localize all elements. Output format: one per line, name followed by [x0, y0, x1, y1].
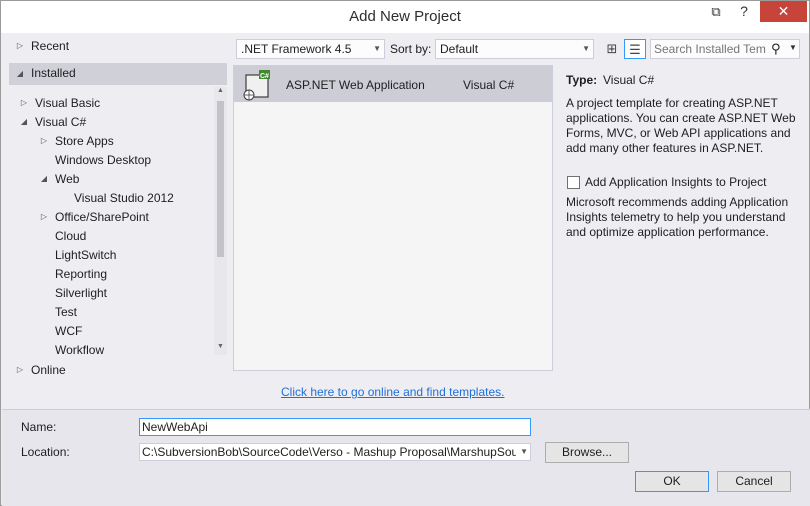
csharp-badge-text: C#: [260, 73, 269, 80]
project-name-input[interactable]: [139, 418, 531, 436]
type-label: Type:: [566, 73, 598, 87]
application-insights-label[interactable]: Add Application Insights to Project: [585, 175, 766, 189]
expand-arrow-icon[interactable]: ▷: [39, 136, 49, 145]
tree-item-reporting[interactable]: Reporting: [55, 267, 107, 281]
tree-item-visual-basic[interactable]: Visual Basic: [35, 96, 100, 110]
expand-arrow-icon[interactable]: ▷: [39, 212, 49, 221]
sort-by-select[interactable]: Default ▼: [435, 39, 594, 59]
grid-view-icon: ⊞: [606, 41, 618, 56]
template-description: A project template for creating ASP.NET …: [566, 96, 796, 155]
tree-item-windows-desktop[interactable]: Windows Desktop: [55, 153, 151, 167]
dialog-title: Add New Project: [349, 8, 461, 25]
expand-arrow-icon[interactable]: ▷: [19, 98, 29, 107]
tree-item-office-sharepoint[interactable]: Office/SharePoint: [55, 210, 149, 224]
tree-item-web[interactable]: Web: [55, 172, 79, 186]
framework-select[interactable]: .NET Framework 4.5 ▼: [236, 39, 385, 59]
collapse-arrow-icon[interactable]: ◢: [15, 69, 25, 78]
scroll-down-icon[interactable]: ▼: [214, 343, 227, 355]
tree-scrollbar-thumb[interactable]: [217, 101, 224, 257]
sidebar-item-recent[interactable]: Recent: [31, 39, 69, 53]
location-label: Location:: [21, 445, 70, 459]
framework-select-value: .NET Framework 4.5: [241, 42, 352, 56]
help-button[interactable]: ?: [733, 1, 755, 22]
expand-arrow-icon[interactable]: ▷: [15, 41, 25, 50]
tree-item-test[interactable]: Test: [55, 305, 77, 319]
location-input[interactable]: [142, 444, 516, 460]
cancel-button[interactable]: Cancel: [717, 471, 791, 492]
name-label: Name:: [21, 420, 57, 434]
tree-item-store-apps[interactable]: Store Apps: [55, 134, 114, 148]
tree-item-workflow-clip: Workflow: [55, 341, 104, 354]
collapse-arrow-icon[interactable]: ◢: [19, 117, 29, 126]
restore-button[interactable]: ⧉: [705, 1, 727, 22]
template-language: Visual C#: [463, 78, 515, 92]
title-bar: Add New Project ⧉ ? ✕: [1, 1, 809, 33]
location-combo[interactable]: ▼: [139, 443, 531, 461]
browse-button[interactable]: Browse...: [545, 442, 629, 463]
application-insights-description: Microsoft recommends adding Application …: [566, 195, 789, 239]
collapse-arrow-icon[interactable]: ◢: [39, 174, 49, 183]
expand-arrow-icon[interactable]: ▷: [15, 365, 25, 374]
search-box[interactable]: ⚲ ▼: [650, 39, 800, 59]
type-value: Visual C#: [603, 73, 655, 87]
list-view-icon: ☰: [629, 42, 641, 57]
tree-item-silverlight[interactable]: Silverlight: [55, 286, 107, 300]
close-button[interactable]: ✕: [760, 1, 807, 22]
online-templates-link[interactable]: Click here to go online and find templat…: [281, 385, 504, 399]
search-input[interactable]: [654, 41, 766, 57]
tree-item-lightswitch[interactable]: LightSwitch: [55, 248, 116, 262]
grid-view-button[interactable]: ⊞: [601, 39, 623, 59]
template-name[interactable]: ASP.NET Web Application: [286, 78, 425, 92]
sort-by-label: Sort by:: [390, 42, 432, 56]
chevron-down-icon: ▼: [373, 44, 381, 53]
list-view-button[interactable]: ☰: [624, 39, 646, 59]
add-new-project-dialog: Add New Project ⧉ ? ✕ ▷ Recent ◢ Install…: [0, 0, 810, 506]
tree-item-visual-studio-2012[interactable]: Visual Studio 2012: [74, 191, 174, 205]
tree-item-visual-csharp[interactable]: Visual C#: [35, 115, 86, 129]
application-insights-checkbox[interactable]: [567, 176, 580, 189]
chevron-down-icon[interactable]: ▼: [520, 447, 528, 456]
aspnet-web-application-icon: C#: [243, 70, 270, 101]
template-list[interactable]: [233, 65, 553, 371]
tree-item-wcf[interactable]: WCF: [55, 324, 82, 338]
chevron-down-icon[interactable]: ▼: [789, 43, 797, 52]
scroll-up-icon[interactable]: ▲: [214, 87, 227, 99]
ok-button[interactable]: OK: [635, 471, 709, 492]
sidebar-item-online[interactable]: Online: [31, 363, 66, 377]
sidebar-item-installed[interactable]: Installed: [31, 66, 76, 80]
search-icon[interactable]: ⚲: [771, 41, 781, 57]
tree-item-workflow[interactable]: Workflow: [55, 343, 104, 354]
sort-by-select-value: Default: [440, 42, 479, 56]
chevron-down-icon: ▼: [582, 44, 590, 53]
tree-item-cloud[interactable]: Cloud: [55, 229, 86, 243]
